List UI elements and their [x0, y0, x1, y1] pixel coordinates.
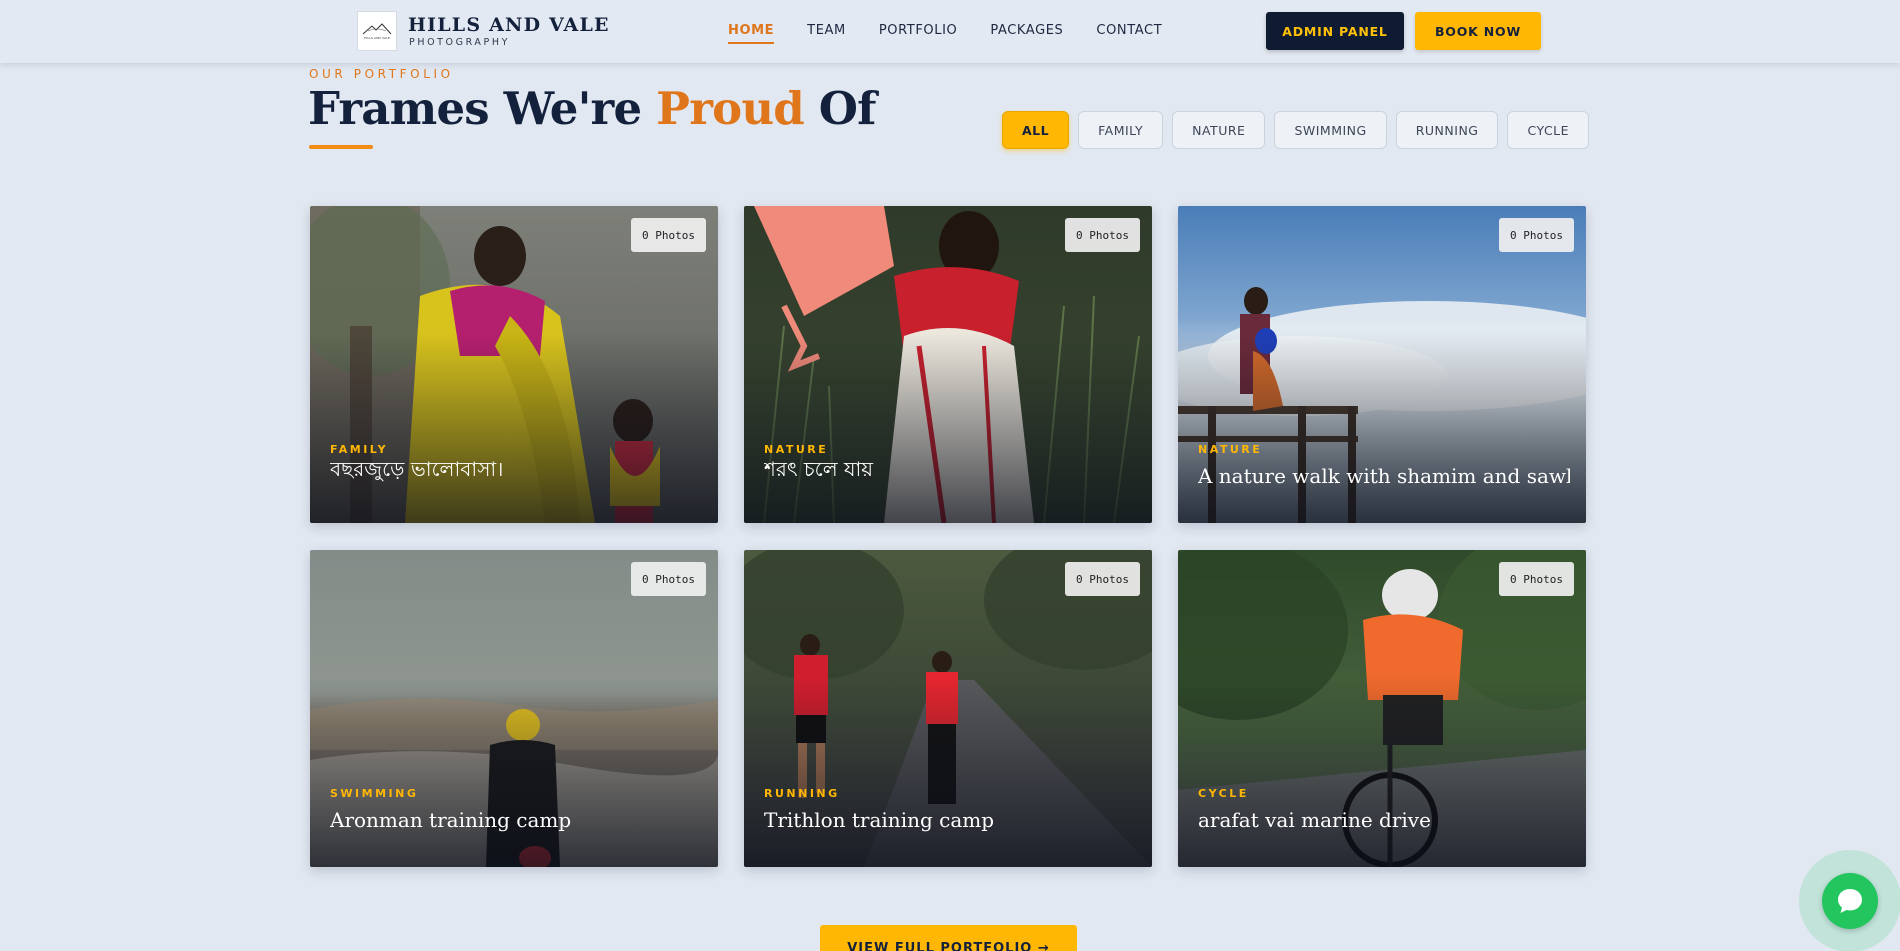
photo-count-badge: 0 Photos	[631, 562, 706, 596]
nav-portfolio[interactable]: PORTFOLIO	[879, 23, 958, 44]
card-title: arafat vai marine drive	[1198, 808, 1431, 832]
nav-contact[interactable]: CONTACT	[1096, 23, 1162, 44]
chat-button[interactable]	[1822, 873, 1878, 929]
photo-count-badge: 0 Photos	[1499, 562, 1574, 596]
title-underline	[309, 145, 373, 149]
title-start: Frames We're	[308, 82, 657, 135]
nav-home[interactable]: HOME	[728, 23, 775, 44]
book-now-button[interactable]: BOOK NOW	[1415, 12, 1541, 50]
portfolio-filters: ALL FAMILY NATURE SWIMMING RUNNING CYCLE	[1002, 111, 1590, 149]
admin-panel-button[interactable]: ADMIN PANEL	[1266, 12, 1404, 50]
portfolio-card[interactable]: 0 Photos RUNNING Trithlon training camp	[744, 550, 1152, 867]
filter-family[interactable]: FAMILY	[1078, 111, 1164, 149]
section-eyebrow: OUR PORTFOLIO	[309, 67, 454, 81]
brand-subtitle: PHOTOGRAPHY	[409, 37, 510, 48]
photo-count-badge: 0 Photos	[1499, 218, 1574, 252]
logo-text: HILLS AND VALE	[364, 36, 390, 40]
filter-nature[interactable]: NATURE	[1172, 111, 1266, 149]
mountain-logo-icon[interactable]: HILLS AND VALE	[357, 11, 397, 51]
title-end: Of	[803, 82, 877, 135]
filter-swimming[interactable]: SWIMMING	[1274, 111, 1387, 149]
portfolio-card[interactable]: 0 Photos CYCLE arafat vai marine drive	[1178, 550, 1586, 867]
card-title: Aronman training camp	[330, 808, 572, 832]
site-header: HILLS AND VALE HILLS AND VALE PHOTOGRAPH…	[0, 0, 1900, 63]
card-title: বছরজুড়ে ভালোবাসা।	[330, 457, 504, 481]
photo-count-badge: 0 Photos	[631, 218, 706, 252]
nav-packages[interactable]: PACKAGES	[990, 23, 1063, 44]
filter-all[interactable]: ALL	[1002, 111, 1070, 149]
page-title: Frames We're Proud Of	[308, 82, 877, 135]
main-nav: HOME TEAM PORTFOLIO PACKAGES CONTACT	[728, 23, 1162, 44]
card-category: NATURE	[1198, 443, 1263, 456]
card-category: RUNNING	[764, 787, 840, 800]
card-category: CYCLE	[1198, 787, 1249, 800]
view-full-portfolio-button[interactable]: VIEW FULL PORTFOLIO →	[820, 925, 1077, 951]
portfolio-card[interactable]: 0 Photos FAMILY বছরজুড়ে ভালোবাসা।	[310, 206, 718, 523]
portfolio-card[interactable]: 0 Photos NATURE শরৎ চলে যায়	[744, 206, 1152, 523]
logo-mountain-mark	[362, 23, 392, 35]
filter-cycle[interactable]: CYCLE	[1507, 111, 1590, 149]
card-category: SWIMMING	[330, 787, 419, 800]
card-title: A nature walk with shamim and sawlin	[1198, 464, 1570, 488]
nav-team[interactable]: TEAM	[807, 23, 846, 44]
chat-bubble-icon	[1838, 889, 1862, 913]
brand-name[interactable]: HILLS AND VALE	[408, 14, 610, 36]
portfolio-card[interactable]: 0 Photos NATURE A nature walk with shami…	[1178, 206, 1586, 523]
title-accent: Proud	[656, 82, 805, 135]
card-title: শরৎ চলে যায়	[764, 457, 874, 481]
photo-count-badge: 0 Photos	[1065, 562, 1140, 596]
portfolio-card[interactable]: 0 Photos SWIMMING Aronman training camp	[310, 550, 718, 867]
filter-running[interactable]: RUNNING	[1395, 111, 1499, 149]
card-title: Trithlon training camp	[764, 808, 995, 832]
photo-count-badge: 0 Photos	[1065, 218, 1140, 252]
